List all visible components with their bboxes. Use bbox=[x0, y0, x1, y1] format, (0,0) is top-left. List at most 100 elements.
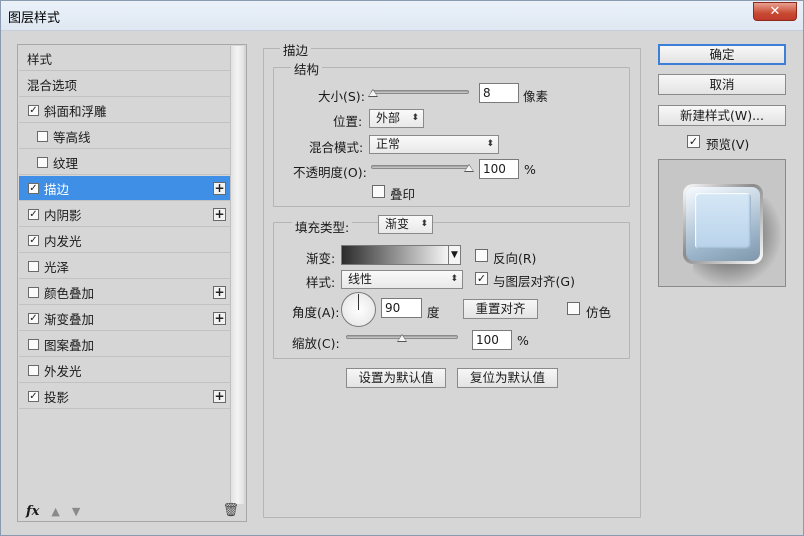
style-list-item[interactable]: ✓ 描边 + bbox=[19, 176, 230, 201]
style-checkbox[interactable] bbox=[37, 130, 48, 142]
position-caret-icon: ⬍ bbox=[411, 113, 419, 123]
style-list-item[interactable]: 等高线 bbox=[19, 124, 230, 149]
style-checkbox[interactable] bbox=[37, 156, 48, 168]
opacity-slider-thumb[interactable] bbox=[464, 164, 474, 172]
style-value: 线性 bbox=[348, 272, 373, 286]
style-checkbox[interactable]: ✓ bbox=[28, 104, 39, 116]
opacity-input[interactable]: 100 bbox=[479, 159, 519, 179]
style-list-item[interactable]: 颜色叠加 + bbox=[19, 280, 230, 305]
style-list-item[interactable]: 纹理 bbox=[19, 150, 230, 175]
style-list-item-label: 描边 bbox=[44, 181, 70, 197]
close-button[interactable]: ✕ bbox=[753, 2, 797, 21]
style-list-item-label: 外发光 bbox=[44, 363, 82, 379]
move-down-icon[interactable]: ▼ bbox=[72, 505, 80, 518]
scale-slider-thumb[interactable] bbox=[397, 334, 407, 342]
style-list-footer: fx ▲ ▼ 🗑 bbox=[19, 502, 245, 520]
fill-type-select[interactable]: 渐变 ⬍ bbox=[378, 215, 433, 234]
gradient-dropdown[interactable]: ▼ bbox=[448, 245, 461, 265]
check-icon: ✓ bbox=[29, 312, 38, 324]
style-list-item[interactable]: ✓ 内阴影 + bbox=[19, 202, 230, 227]
reverse-label: 反向(R) bbox=[493, 251, 537, 266]
preview-check-icon: ✓ bbox=[688, 135, 699, 148]
style-list-item-label: 颜色叠加 bbox=[44, 285, 95, 301]
add-effect-plus-icon[interactable]: + bbox=[213, 182, 226, 195]
set-as-default-button[interactable]: 设置为默认值 bbox=[346, 368, 446, 388]
size-slider[interactable] bbox=[371, 90, 469, 94]
check-icon: ✓ bbox=[29, 104, 38, 116]
align-with-layer-label: 与图层对齐(G) bbox=[493, 274, 575, 289]
angle-dial[interactable] bbox=[341, 292, 376, 327]
reset-alignment-button[interactable]: 重置对齐 bbox=[463, 299, 538, 319]
angle-input[interactable]: 90 bbox=[381, 298, 422, 318]
style-list-item[interactable]: 图案叠加 bbox=[19, 332, 230, 357]
style-checkbox[interactable] bbox=[28, 286, 39, 298]
close-icon: ✕ bbox=[769, 4, 781, 19]
align-check-icon: ✓ bbox=[476, 272, 487, 285]
style-list-item[interactable]: 光泽 bbox=[19, 254, 230, 279]
scale-input[interactable]: 100 bbox=[472, 330, 512, 350]
style-list-item-label: 渐变叠加 bbox=[44, 311, 95, 327]
style-checkbox[interactable]: ✓ bbox=[28, 234, 39, 246]
gradient-swatch[interactable] bbox=[341, 245, 449, 265]
style-list-item[interactable]: ✓ 投影 + bbox=[19, 384, 230, 409]
new-style-button[interactable]: 新建样式(W)... bbox=[658, 105, 786, 126]
style-list-item-label: 样式 bbox=[27, 51, 53, 67]
preview-checkbox[interactable]: ✓ bbox=[687, 135, 700, 148]
blend-mode-select[interactable]: 正常 ⬍ bbox=[369, 135, 499, 154]
dialog-client: 样式 混合选项 ✓ 斜面和浮雕 等高线 纹理 ✓ 描边 + ✓ 内阴影 + ✓ 内发光 光泽 颜色叠加 + ✓ 渐变… bbox=[1, 32, 803, 535]
style-label: 样式: bbox=[306, 275, 336, 290]
fill-type-label: 填充类型: bbox=[292, 217, 353, 236]
style-select[interactable]: 线性 ⬍ bbox=[341, 270, 463, 289]
size-slider-thumb[interactable] bbox=[367, 89, 378, 97]
style-list-item[interactable]: 样式 bbox=[19, 46, 230, 71]
angle-unit: 度 bbox=[427, 305, 440, 320]
trash-icon[interactable]: 🗑 bbox=[222, 503, 239, 518]
size-unit: 像素 bbox=[523, 89, 549, 104]
size-input[interactable]: 8 bbox=[479, 83, 519, 103]
blend-mode-caret-icon: ⬍ bbox=[486, 139, 494, 149]
position-select[interactable]: 外部 ⬍ bbox=[369, 109, 424, 128]
overprint-checkbox[interactable] bbox=[372, 185, 385, 198]
style-checkbox[interactable]: ✓ bbox=[28, 182, 39, 194]
blend-mode-label: 混合模式: bbox=[309, 140, 364, 155]
overprint-label: 叠印 bbox=[390, 187, 416, 202]
dither-checkbox[interactable] bbox=[567, 302, 580, 315]
style-list-item-label: 斜面和浮雕 bbox=[44, 103, 107, 119]
add-effect-plus-icon[interactable]: + bbox=[213, 286, 226, 299]
check-icon: ✓ bbox=[29, 234, 38, 246]
style-list-item[interactable]: ✓ 内发光 bbox=[19, 228, 230, 253]
add-effect-plus-icon[interactable]: + bbox=[213, 312, 226, 325]
style-list-item-label: 内发光 bbox=[44, 233, 82, 249]
align-with-layer-checkbox[interactable]: ✓ bbox=[475, 272, 488, 285]
reverse-checkbox[interactable] bbox=[475, 249, 488, 262]
title-bar: 图层样式 ✕ bbox=[1, 1, 803, 31]
style-checkbox[interactable] bbox=[28, 260, 39, 272]
style-list-item[interactable]: ✓ 渐变叠加 + bbox=[19, 306, 230, 331]
reset-to-default-button[interactable]: 复位为默认值 bbox=[457, 368, 558, 388]
style-list-item[interactable]: 混合选项 bbox=[19, 72, 230, 97]
style-list-scrollbar[interactable] bbox=[230, 46, 244, 504]
scale-label: 缩放(C): bbox=[292, 336, 340, 351]
window-title: 图层样式 bbox=[8, 11, 61, 26]
style-list-item[interactable]: ✓ 斜面和浮雕 bbox=[19, 98, 230, 123]
style-checkbox[interactable]: ✓ bbox=[28, 208, 39, 220]
style-checkbox[interactable] bbox=[28, 338, 39, 350]
structure-title: 结构 bbox=[291, 59, 323, 78]
cancel-button[interactable]: 取消 bbox=[658, 74, 786, 95]
move-up-icon[interactable]: ▲ bbox=[51, 505, 59, 518]
layer-style-dialog: 图层样式 ✕ 样式 混合选项 ✓ 斜面和浮雕 等高线 纹理 ✓ 描边 + ✓ 内阴影 + ✓ 内发光 光泽颜… bbox=[0, 0, 804, 536]
add-effect-plus-icon[interactable]: + bbox=[213, 208, 226, 221]
style-list-item[interactable]: 外发光 bbox=[19, 358, 230, 383]
add-effect-plus-icon[interactable]: + bbox=[213, 390, 226, 403]
fill-type-value: 渐变 bbox=[385, 217, 410, 231]
opacity-slider[interactable] bbox=[371, 165, 469, 169]
position-value: 外部 bbox=[376, 111, 401, 125]
fx-button[interactable]: fx bbox=[26, 504, 39, 519]
style-checkbox[interactable]: ✓ bbox=[28, 312, 39, 324]
preview-face bbox=[695, 193, 751, 249]
ok-button[interactable]: 确定 bbox=[658, 44, 786, 65]
style-checkbox[interactable] bbox=[28, 364, 39, 376]
angle-label: 角度(A): bbox=[292, 305, 340, 320]
style-checkbox[interactable]: ✓ bbox=[28, 390, 39, 402]
check-icon: ✓ bbox=[29, 208, 38, 220]
